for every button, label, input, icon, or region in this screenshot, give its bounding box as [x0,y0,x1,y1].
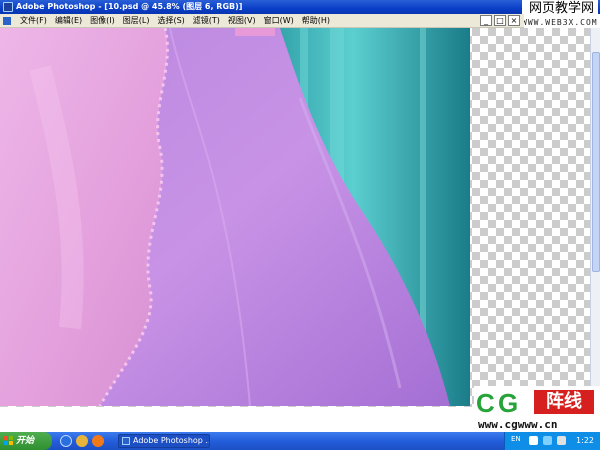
clock[interactable]: 1:22 [576,432,594,450]
logo-chinese-text: 阵线 [534,390,594,414]
menu-bar: 文件(F) 编辑(E) 图像(I) 图层(L) 选择(S) 滤镜(T) 视图(V… [0,14,524,28]
cg-logo: C G 阵线 www.cgwww.cn [474,386,600,432]
network-icon[interactable] [543,436,552,445]
site-watermark-title: 网页教学网 [528,1,594,16]
photo-layer [0,28,470,406]
fabric-illustration [0,28,470,406]
menu-file[interactable]: 文件(F) [16,14,51,28]
folder-icon[interactable] [76,435,88,447]
menu-select[interactable]: 选择(S) [153,14,188,28]
menu-view[interactable]: 视图(V) [224,14,260,28]
taskbar: 开始 Adobe Photoshop ... EN 1:22 [0,432,600,450]
system-tray: EN 1:22 [504,432,600,450]
start-label: 开始 [16,436,35,446]
title-bar: Adobe Photoshop - [10.psd @ 45.8% (图层 6,… [0,0,600,14]
menu-edit[interactable]: 编辑(E) [51,14,86,28]
logo-url: www.cgwww.cn [478,418,558,431]
window-title: Adobe Photoshop - [10.psd @ 45.8% (图层 6,… [16,2,243,11]
photoshop-icon [3,2,13,12]
menu-window[interactable]: 窗口(W) [260,14,298,28]
menu-filter[interactable]: 滤镜(T) [189,14,224,28]
logo-letter-c: C [476,388,495,418]
ie-icon[interactable] [60,435,72,447]
menu-help[interactable]: 帮助(H) [298,14,334,28]
scrollbar-thumb[interactable] [592,52,600,272]
menu-image[interactable]: 图像(I) [86,14,119,28]
minimize-button[interactable]: _ [480,15,492,26]
photoshop-task-icon [122,437,130,445]
close-button[interactable]: × [508,15,520,26]
help-icon[interactable] [529,436,538,445]
document-icon[interactable] [2,16,12,26]
taskbar-photoshop-label: Adobe Photoshop ... [133,436,210,445]
site-watermark-url: WWW.WEB3X.COM [522,18,598,27]
windows-flag-icon [4,436,14,446]
media-icon[interactable] [92,435,104,447]
menu-layer[interactable]: 图层(L) [119,14,154,28]
volume-icon[interactable] [557,436,566,445]
logo-letter-g: G [498,388,519,418]
language-indicator[interactable]: EN [511,435,521,443]
start-button[interactable]: 开始 [0,432,52,450]
taskbar-photoshop-button[interactable]: Adobe Photoshop ... [118,434,210,448]
document-canvas[interactable] [0,28,590,407]
document-window-controls: _ □ × [480,15,520,26]
vertical-scrollbar[interactable] [590,28,600,407]
restore-button[interactable]: □ [494,15,506,26]
